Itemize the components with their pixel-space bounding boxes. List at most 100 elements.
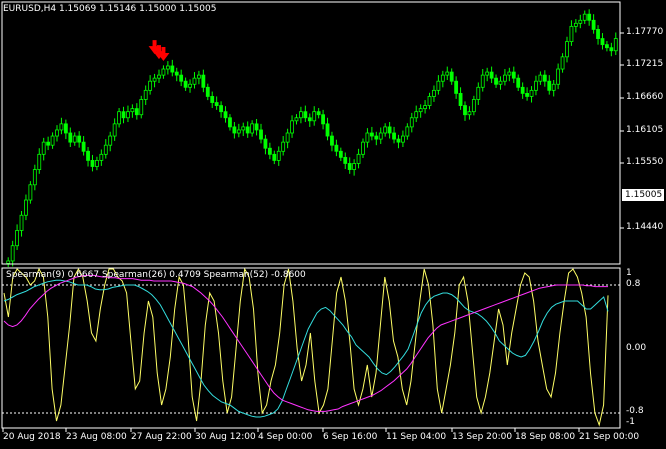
candle [219, 101, 223, 118]
candle-body [267, 147, 272, 155]
candle-body [50, 135, 55, 146]
candle [174, 67, 179, 82]
candle-body [427, 96, 432, 106]
candle [272, 150, 277, 165]
candle [294, 114, 299, 125]
candle [10, 240, 15, 267]
candle [312, 106, 317, 126]
candle [232, 122, 237, 139]
candle-body [139, 99, 144, 116]
candle [307, 113, 312, 127]
candle [356, 148, 361, 169]
candle-body [423, 105, 427, 110]
candle [165, 61, 170, 75]
candle [485, 67, 490, 82]
candle-body [591, 19, 596, 30]
candle [334, 139, 339, 157]
candle [578, 14, 583, 29]
candle-body [299, 111, 303, 119]
candle-body [409, 117, 414, 128]
candle [467, 106, 472, 120]
candle-body [414, 111, 419, 119]
candle [352, 159, 357, 176]
candle-body [19, 214, 24, 231]
candle [569, 20, 574, 46]
candle [201, 69, 206, 93]
candle [432, 85, 436, 102]
candle [241, 122, 246, 137]
indicator-tick-label: -0.8 [626, 406, 644, 416]
price-tick-label: 1.16660 [626, 92, 664, 102]
candle-body [259, 129, 263, 140]
candle-body [10, 245, 15, 262]
candle-body [396, 138, 401, 143]
candle [259, 123, 263, 144]
price-tick-label: 1.15550 [626, 157, 664, 167]
candle [112, 118, 117, 141]
candle-body [201, 74, 206, 88]
candle [148, 75, 153, 95]
candle [236, 123, 241, 138]
candle-body [161, 68, 166, 76]
price-tick-label: 1.16105 [626, 125, 664, 135]
candle [596, 25, 600, 45]
time-tick-label: 20 Aug 2018 [3, 432, 61, 442]
candle-body [383, 126, 388, 134]
candle-body [325, 123, 330, 137]
candle-body [565, 41, 569, 58]
candle-body [179, 74, 184, 82]
time-tick-label: 4 Sep 00:00 [258, 432, 313, 442]
candle-body [463, 105, 467, 116]
candle [179, 69, 184, 87]
candle [245, 121, 250, 138]
candle-body [405, 126, 410, 137]
candle [28, 181, 33, 204]
candle [95, 156, 99, 171]
time-tick-label: 6 Sep 16:00 [323, 432, 378, 442]
candle [423, 100, 427, 114]
candle [605, 40, 609, 52]
candle [90, 154, 95, 172]
candle-body [99, 153, 104, 161]
candle [267, 142, 272, 160]
candle-body [148, 80, 153, 91]
candle-body [507, 71, 512, 76]
candle-body [511, 71, 516, 79]
chart-canvas[interactable] [0, 0, 666, 449]
price-window-border [1, 1, 621, 265]
candle-body [254, 123, 259, 131]
candle [290, 115, 294, 138]
candle [529, 86, 534, 103]
candle-body [338, 150, 343, 158]
candle-body [46, 141, 51, 146]
candle-body [245, 126, 250, 134]
candle [338, 147, 343, 162]
candle [392, 126, 396, 144]
candle [609, 42, 614, 57]
candle [316, 108, 321, 119]
indicator-tick-label: 0.00 [626, 343, 647, 353]
candle [330, 131, 334, 152]
candle-body [347, 163, 352, 170]
candle-body [157, 74, 161, 79]
candle [170, 59, 175, 77]
candle-body [436, 80, 441, 91]
candle-body [573, 22, 578, 27]
candle [126, 105, 130, 123]
indicator-window-border [1, 267, 621, 429]
candle-body [307, 117, 312, 122]
candle [197, 70, 201, 85]
candle [228, 114, 232, 131]
candle [161, 65, 166, 79]
candle-body [467, 111, 472, 116]
candle-body [480, 74, 485, 88]
candle-body [538, 74, 543, 82]
candle [214, 96, 219, 110]
candle-body [609, 47, 614, 52]
candle [15, 224, 19, 250]
candle-body [81, 141, 86, 152]
candle [299, 106, 303, 124]
candle-body [112, 123, 117, 137]
candle-body [600, 38, 605, 46]
candle [103, 139, 108, 159]
